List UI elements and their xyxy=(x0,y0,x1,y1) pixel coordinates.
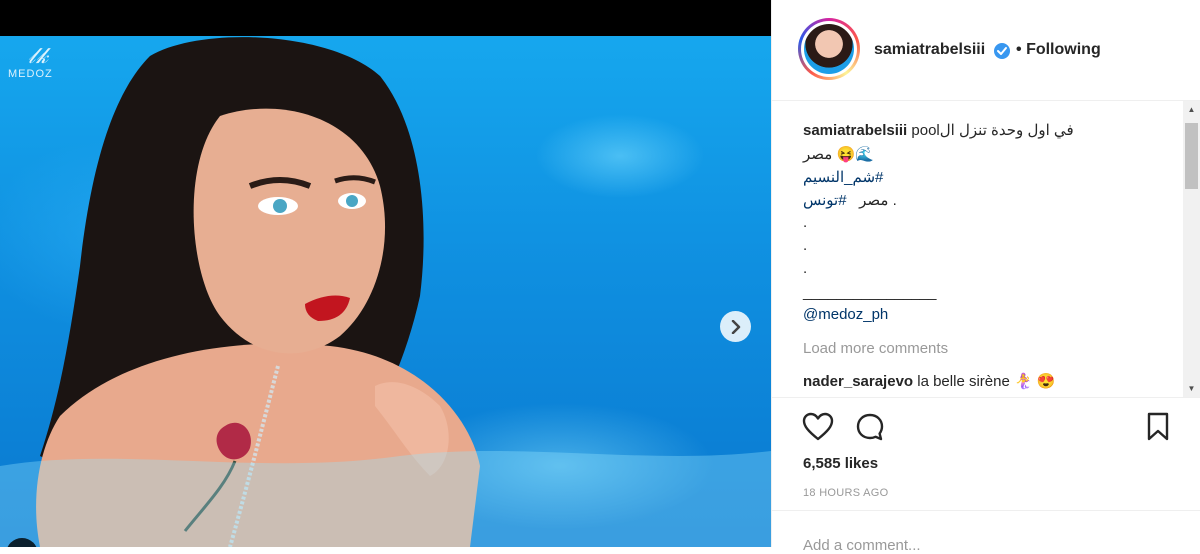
carousel-next-button[interactable] xyxy=(720,311,751,342)
scroll-thumb[interactable] xyxy=(1185,123,1198,189)
scroll-down-arrow-icon[interactable]: ▼ xyxy=(1183,380,1200,397)
caption-line: 🌊😝 مصر xyxy=(803,146,874,163)
bookmark-icon[interactable] xyxy=(1146,412,1170,442)
load-more-comments-button[interactable]: Load more comments xyxy=(803,340,948,357)
caption-line: . xyxy=(803,237,808,254)
comment-text: la belle sirène 🧜‍♀️ 😍 xyxy=(917,373,1056,390)
separator-dot: • xyxy=(1016,41,1022,58)
caption-line: . xyxy=(803,214,808,231)
avatar-image xyxy=(804,24,854,74)
caption-text: في اول وحدة تنزل الpool xyxy=(911,122,1074,139)
post-header: samiatrabelsiii • Following xyxy=(772,0,1200,101)
comment-username[interactable]: nader_sarajevo xyxy=(803,373,913,390)
comment-item: nader_sarajevo la belle sirène 🧜‍♀️ 😍 xyxy=(803,372,1056,390)
caption-text: مصر xyxy=(859,192,889,209)
heart-icon[interactable] xyxy=(802,412,834,442)
hashtag-link[interactable]: #شم_النسيم xyxy=(803,168,883,186)
avatar xyxy=(801,21,857,77)
add-comment-box[interactable]: Add a comment... xyxy=(772,510,1200,554)
comments-scrollbar[interactable]: ▲ ▼ xyxy=(1183,101,1200,397)
add-comment-placeholder[interactable]: Add a comment... xyxy=(803,537,921,554)
hashtag-link[interactable]: #تونس xyxy=(803,192,847,209)
post-media: 𝓁𝓀 MEDOZ xyxy=(0,0,771,547)
following-button[interactable]: • Following xyxy=(1016,41,1101,59)
caption-line: . xyxy=(803,260,808,277)
post-timestamp[interactable]: 18 HOURS AGO xyxy=(803,487,889,499)
post-photo[interactable]: 𝓁𝓀 MEDOZ xyxy=(0,36,771,547)
watermark-text: MEDOZ xyxy=(8,68,53,80)
photo-illustration xyxy=(0,37,771,547)
caption-text: . xyxy=(892,192,897,209)
post-actions xyxy=(772,397,1200,458)
caption-username[interactable]: samiatrabelsiii xyxy=(803,122,907,139)
likes-count[interactable]: 6,585 likes xyxy=(803,455,878,472)
caption-first-line: samiatrabelsiii في اول وحدة تنزل الpool xyxy=(803,121,1074,139)
chevron-right-icon xyxy=(731,319,740,334)
comments-list: samiatrabelsiii في اول وحدة تنزل الpool … xyxy=(772,101,1182,397)
photo-watermark: 𝓁𝓀 MEDOZ xyxy=(8,44,53,81)
story-ring[interactable] xyxy=(798,18,860,80)
mention-link[interactable]: @medoz_ph xyxy=(803,306,888,323)
username-link[interactable]: samiatrabelsiii xyxy=(874,41,985,59)
scroll-up-arrow-icon[interactable]: ▲ xyxy=(1183,101,1200,118)
post-sidebar: samiatrabelsiii • Following samiatrabels… xyxy=(771,0,1200,554)
caption-line: #تونس مصر . xyxy=(803,191,897,209)
following-label: Following xyxy=(1026,41,1101,58)
verified-badge-icon xyxy=(994,43,1010,59)
watermark-signature: 𝓁𝓀 xyxy=(28,44,50,69)
caption-line: ________________ xyxy=(803,284,937,301)
comment-icon[interactable] xyxy=(855,412,885,442)
